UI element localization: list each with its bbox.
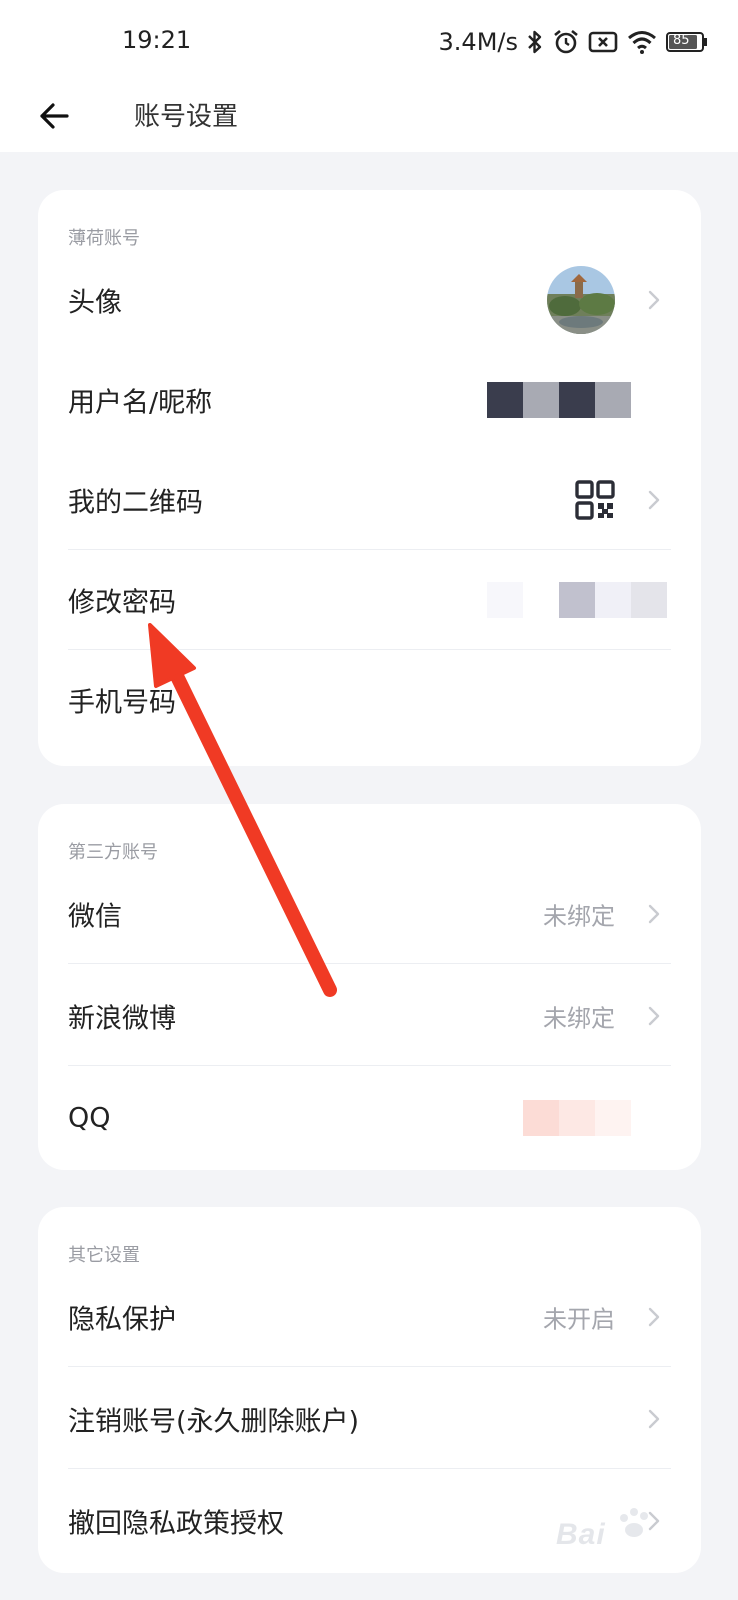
- sim-x-icon: [588, 30, 618, 54]
- divider: [68, 1366, 671, 1367]
- row-label: 手机号码: [68, 687, 176, 719]
- back-button[interactable]: [30, 92, 78, 140]
- row-value: 未开启: [543, 1305, 615, 1334]
- row-qrcode[interactable]: 我的二维码: [38, 450, 701, 550]
- chevron-right-icon: [648, 490, 660, 510]
- bluetooth-icon: [526, 29, 544, 55]
- divider: [68, 963, 671, 964]
- row-label: 隐私保护: [68, 1304, 176, 1336]
- row-label: 我的二维码: [68, 487, 203, 519]
- mint-account-card: 薄荷账号 头像 用户名/昵称 我的二维码 修改密码 手机号码: [38, 190, 701, 766]
- battery-level: 85: [673, 33, 690, 48]
- section-label-other: 其它设置: [68, 1245, 140, 1266]
- section-label-mint: 薄荷账号: [68, 228, 140, 249]
- status-time: 19:21: [122, 26, 192, 54]
- third-party-account-card: 第三方账号 微信 未绑定 新浪微博 未绑定 QQ: [38, 804, 701, 1170]
- row-change-password[interactable]: 修改密码: [38, 550, 701, 650]
- row-label: 撤回隐私政策授权: [68, 1508, 284, 1540]
- battery-icon: 85: [666, 31, 708, 53]
- row-value: 未绑定: [543, 1004, 615, 1033]
- username-redacted: [487, 382, 631, 418]
- row-label: 微信: [68, 901, 122, 933]
- net-speed: 3.4M/s: [438, 28, 518, 56]
- chevron-right-icon: [648, 904, 660, 924]
- row-qq[interactable]: QQ: [38, 1068, 701, 1168]
- back-arrow-icon: [40, 103, 69, 129]
- row-weibo[interactable]: 新浪微博 未绑定: [38, 966, 701, 1066]
- row-value: 未绑定: [543, 902, 615, 931]
- row-username[interactable]: 用户名/昵称: [38, 350, 701, 450]
- wifi-icon: [626, 29, 658, 55]
- chevron-right-icon: [648, 1409, 660, 1429]
- row-delete-account[interactable]: 注销账号(永久删除账户): [38, 1369, 701, 1469]
- avatar: [547, 266, 615, 334]
- watermark-text: Bai: [556, 1518, 606, 1551]
- divider: [68, 1065, 671, 1066]
- chevron-right-icon: [648, 1006, 660, 1026]
- row-privacy-protection[interactable]: 隐私保护 未开启: [38, 1267, 701, 1367]
- status-icons: 3.4M/s 85: [439, 24, 708, 60]
- qq-redacted: [523, 1100, 631, 1136]
- status-bar: 19:21 3.4M/s 85: [0, 0, 738, 84]
- qr-code-icon: [575, 480, 615, 520]
- page-title: 账号设置: [134, 102, 239, 132]
- alarm-icon: [552, 28, 580, 56]
- row-wechat[interactable]: 微信 未绑定: [38, 864, 701, 964]
- row-avatar[interactable]: 头像: [38, 250, 701, 350]
- section-label-third-party: 第三方账号: [68, 842, 158, 863]
- divider: [68, 1468, 671, 1469]
- row-label: 注销账号(永久删除账户): [68, 1406, 360, 1438]
- row-label: 修改密码: [68, 587, 176, 619]
- navigation-bar: 账号设置: [0, 84, 738, 152]
- baidu-watermark: Bai: [548, 1500, 698, 1560]
- row-label: 头像: [68, 287, 122, 319]
- row-label: QQ: [68, 1102, 111, 1134]
- chevron-right-icon: [648, 290, 660, 310]
- password-redacted: [487, 582, 667, 618]
- chevron-right-icon: [648, 1307, 660, 1327]
- row-label: 用户名/昵称: [68, 387, 213, 419]
- row-label: 新浪微博: [68, 1003, 176, 1035]
- row-phone-number[interactable]: 手机号码: [38, 650, 701, 750]
